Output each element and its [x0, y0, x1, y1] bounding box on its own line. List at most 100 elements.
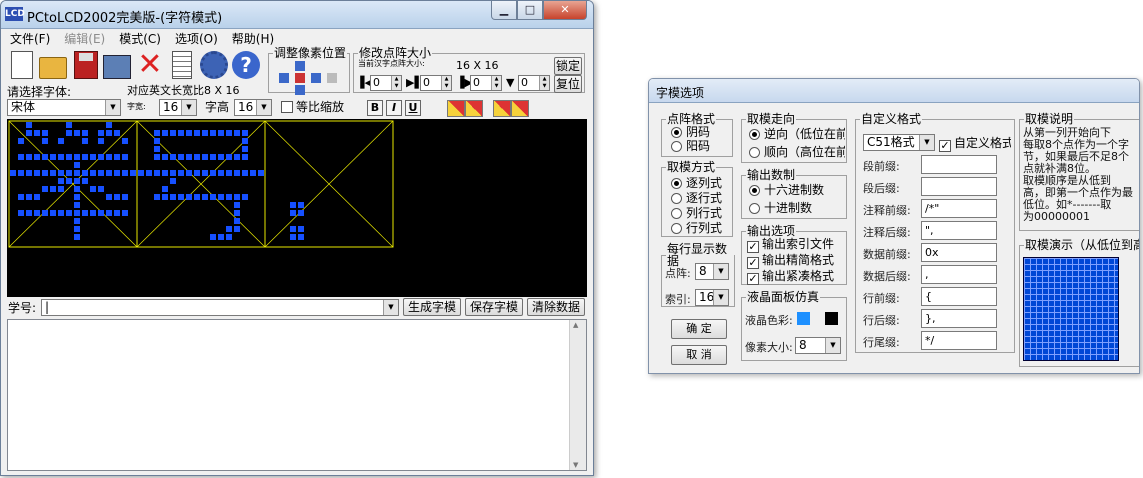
lock-button[interactable]: 锁定 — [554, 57, 582, 75]
pixel-size-combo[interactable]: 8 ▼ — [795, 337, 841, 354]
menu-help[interactable]: 帮助(H) — [225, 30, 281, 48]
glyph-pixel — [74, 226, 80, 232]
index-combo[interactable]: 16 ▼ — [695, 289, 729, 306]
check-compact-format[interactable]: ✓ 输出精简格式 — [747, 253, 845, 269]
printer-icon — [103, 55, 131, 79]
radio-negative[interactable]: 阴码 — [671, 125, 710, 139]
dialog-titlebar[interactable]: 字模选项 — [649, 79, 1139, 103]
lcd-fg-swatch[interactable] — [797, 312, 810, 325]
char-height-combo[interactable]: 16 ▼ — [234, 99, 272, 116]
field-input[interactable]: , — [921, 265, 997, 284]
save-button[interactable] — [71, 49, 101, 81]
radio-col-wise[interactable]: 逐列式 — [671, 176, 722, 190]
close-button[interactable]: ✕ — [543, 1, 587, 20]
move-up-icon[interactable] — [295, 61, 305, 71]
menu-mode[interactable]: 模式(C) — [112, 30, 168, 48]
glyph-pixel — [226, 234, 232, 240]
text-input-combo[interactable]: | ▼ — [41, 299, 399, 316]
output-textarea[interactable] — [7, 319, 587, 471]
dot-matrix-canvas[interactable] — [7, 119, 587, 297]
menu-file[interactable]: 文件(F) — [3, 30, 57, 48]
height-spin-1[interactable]: 0 — [470, 75, 502, 91]
document-button[interactable] — [167, 49, 197, 81]
underline-button[interactable]: U — [405, 100, 421, 116]
generate-button[interactable]: 生成字模 — [403, 298, 461, 316]
ok-button[interactable]: 确 定 — [671, 319, 727, 339]
radio-positive[interactable]: 阳码 — [671, 139, 710, 153]
field-input[interactable] — [921, 177, 997, 196]
demo-label: 取模演示（从低位到高位） — [1025, 239, 1139, 252]
clear-data-button[interactable]: 清除数据 — [527, 298, 585, 316]
height-spin-2[interactable]: 0 — [518, 75, 550, 91]
minimize-button[interactable]: ▁ — [491, 1, 517, 20]
glyph-pixel — [194, 194, 200, 200]
width-spin-2[interactable]: 0 — [420, 75, 452, 91]
radio-row-wise[interactable]: 逐行式 — [671, 191, 722, 205]
radio-forward[interactable]: 顺向（高位在前） — [749, 145, 845, 159]
italic-button[interactable]: I — [386, 100, 402, 116]
field-input[interactable]: 0x — [921, 243, 997, 262]
glyph-pixel — [122, 210, 128, 216]
glyph-pixel — [98, 138, 104, 144]
field-input[interactable]: /*" — [921, 199, 997, 218]
glyph-pixel — [226, 194, 232, 200]
rotate-left-icon[interactable] — [447, 100, 465, 117]
maximize-button[interactable]: □ — [517, 1, 543, 20]
delete-button[interactable]: ✕ — [135, 49, 165, 81]
chevron-down-icon: ▼ — [383, 300, 398, 315]
bold-button[interactable]: B — [367, 100, 383, 116]
mirror-v-icon[interactable] — [511, 100, 529, 117]
radio-reverse[interactable]: 逆向（低位在前） — [749, 127, 845, 141]
explain-label: 取模说明 — [1025, 113, 1074, 126]
menu-edit[interactable]: 编辑(E) — [57, 30, 112, 48]
glyph-pixel — [234, 202, 240, 208]
field-input[interactable]: { — [921, 287, 997, 306]
radio-label: 十进制数 — [764, 201, 813, 215]
help-button[interactable]: ? — [231, 49, 261, 81]
height-shrink-icon[interactable]: ▼ — [506, 75, 514, 91]
check-tight-format[interactable]: ✓ 输出紧凑格式 — [747, 269, 845, 285]
glyph-pixel — [114, 170, 120, 176]
radio-row-col[interactable]: 行列式 — [671, 221, 722, 235]
char-width-combo[interactable]: 16 ▼ — [159, 99, 197, 116]
new-file-button[interactable] — [7, 49, 37, 81]
vertical-scrollbar[interactable] — [569, 320, 586, 470]
scale-checkbox[interactable]: 等比缩放 — [281, 100, 344, 114]
field-input[interactable]: }, — [921, 309, 997, 328]
save-glyph-button[interactable]: 保存字模 — [465, 298, 523, 316]
glyph-pixel — [66, 170, 72, 176]
reset-button[interactable]: 复位 — [554, 75, 582, 93]
width-spin-1[interactable]: 0 — [370, 75, 402, 91]
open-file-button[interactable] — [39, 49, 69, 81]
check-index-file[interactable]: ✓ 输出索引文件 — [747, 237, 845, 253]
move-left-icon[interactable] — [279, 73, 289, 83]
radio-decimal[interactable]: 十进制数 — [749, 201, 812, 215]
settings-button[interactable] — [199, 49, 229, 81]
custom-format-checkbox[interactable]: ✓ 自定义格式 — [939, 136, 1011, 152]
field-input[interactable] — [921, 155, 997, 174]
dot-count-combo[interactable]: 8 ▼ — [695, 263, 729, 280]
menu-options[interactable]: 选项(O) — [168, 30, 225, 48]
radio-col-row[interactable]: 列行式 — [671, 206, 722, 220]
glyph-pixel — [82, 170, 88, 176]
print-button[interactable] — [103, 49, 133, 81]
field-input[interactable]: */ — [921, 331, 997, 350]
cancel-button[interactable]: 取 消 — [671, 345, 727, 365]
glyph-pixel — [18, 154, 24, 160]
field-input[interactable]: ", — [921, 221, 997, 240]
pixel-group-label: 调整像素位置 — [274, 46, 347, 60]
radio-hex[interactable]: 十六进制数 — [749, 183, 824, 197]
lcd-bg-swatch[interactable] — [825, 312, 838, 325]
flip-icon[interactable] — [327, 73, 337, 83]
move-center-icon[interactable] — [295, 73, 305, 83]
mirror-h-icon[interactable] — [493, 100, 511, 117]
move-down-icon[interactable] — [295, 85, 305, 95]
glyph-pixel — [234, 226, 240, 232]
main-titlebar[interactable]: LCD PCtoLCD2002完美版-(字符模式) ▁ □ ✕ — [1, 1, 593, 29]
format-combo[interactable]: C51格式 ▼ — [863, 134, 935, 151]
rotate-right-icon[interactable] — [465, 100, 483, 117]
glyph-pixel — [242, 130, 248, 136]
glyph-pixel — [82, 178, 88, 184]
font-combo[interactable]: 宋体 ▼ — [7, 99, 121, 116]
move-right-icon[interactable] — [311, 73, 321, 83]
